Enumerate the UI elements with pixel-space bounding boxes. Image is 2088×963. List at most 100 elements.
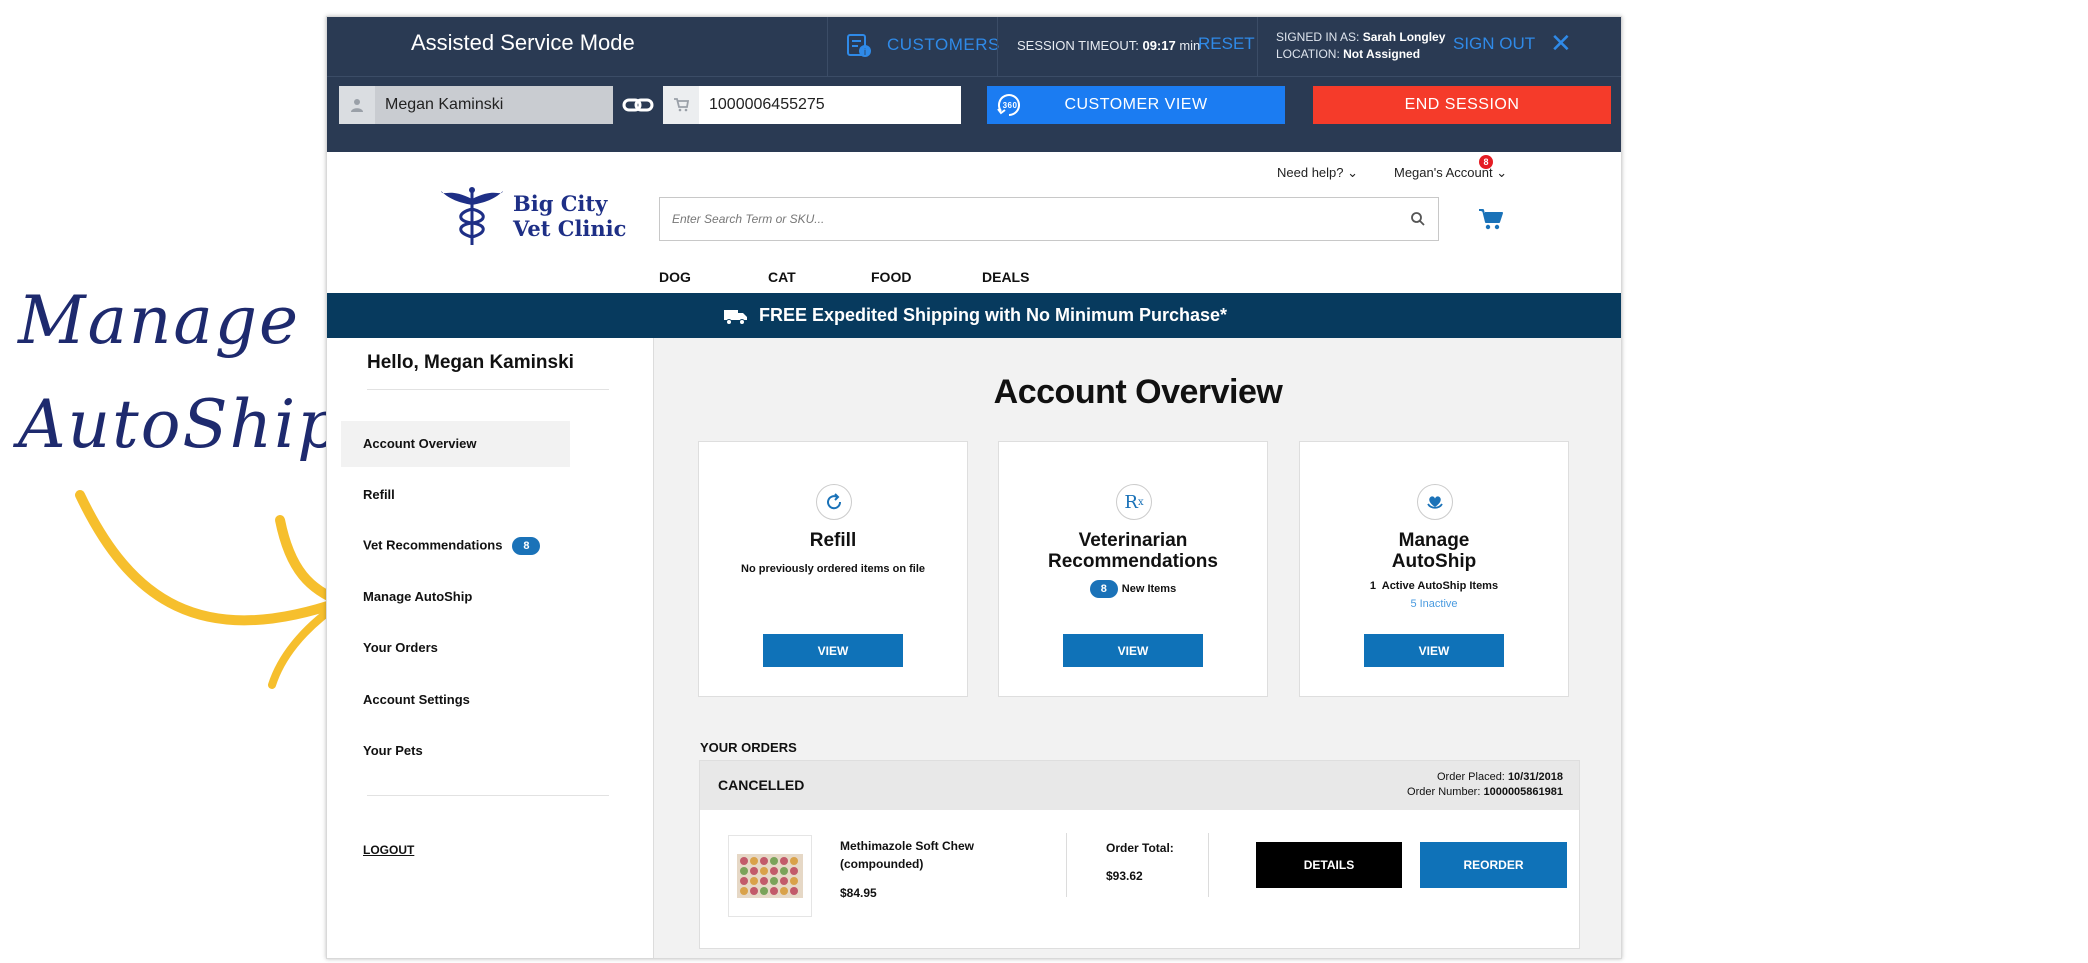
vet-card-title-line-1: Veterinarian xyxy=(1078,530,1188,551)
soft-chew-tray-icon xyxy=(737,854,803,898)
user-icon xyxy=(339,86,375,124)
refill-view-button[interactable]: VIEW xyxy=(763,634,903,667)
autoship-card-title-line-2: AutoShip xyxy=(1391,551,1477,572)
order-total-label: Order Total: xyxy=(1106,841,1174,855)
vet-recommendations-badge: 8 xyxy=(512,537,541,555)
site-logo[interactable]: Big City Vet Clinic xyxy=(439,185,626,247)
product-name[interactable]: Methimazole Soft Chew (compounded) xyxy=(840,837,1010,873)
account-label: Megan's Account xyxy=(1394,165,1493,180)
nav-dog[interactable]: DOG xyxy=(659,269,691,285)
shipping-banner-text: FREE Expedited Shipping with No Minimum … xyxy=(758,305,1228,325)
customers-label: CUSTOMERS xyxy=(887,35,1000,54)
autoship-card-title-line-1: Manage xyxy=(1398,530,1470,551)
new-items-badge: 8 xyxy=(1089,580,1118,598)
svg-text:360: 360 xyxy=(1003,101,1018,110)
sidebar-item-refill[interactable]: Refill xyxy=(363,487,395,502)
end-session-button[interactable]: END SESSION xyxy=(1313,86,1611,124)
asm-divider xyxy=(827,17,828,77)
refill-card: Refill No previously ordered items on fi… xyxy=(698,441,968,697)
search-icon[interactable] xyxy=(1410,211,1426,227)
customer-name-value: Megan Kaminski xyxy=(385,96,504,113)
need-help-label: Need help? xyxy=(1277,165,1344,180)
vet-card-title-line-2: Recommendations xyxy=(1048,551,1218,572)
browser-frame: Assisted Service Mode i CUSTOMERS SESSIO… xyxy=(326,16,1622,959)
refill-card-title: Refill xyxy=(809,530,857,551)
refill-card-subtitle: No previously ordered items on file xyxy=(741,563,925,575)
account-notification-badge: 8 xyxy=(1479,155,1493,169)
customer-view-button[interactable]: 360 CUSTOMER VIEW xyxy=(987,86,1285,124)
reset-button[interactable]: RESET xyxy=(1198,34,1255,54)
active-count: 1 xyxy=(1369,580,1377,592)
agent-info: SIGNED IN AS: Sarah Longley LOCATION: No… xyxy=(1276,29,1445,63)
shipping-banner: FREE Expedited Shipping with No Minimum … xyxy=(327,293,1621,338)
logout-link[interactable]: LOGOUT xyxy=(363,843,414,857)
cart-number-value: 1000006455275 xyxy=(709,96,825,113)
sidebar-divider xyxy=(367,795,609,796)
autoship-view-button[interactable]: VIEW xyxy=(1364,634,1504,667)
vet-card-title: Veterinarian Recommendations xyxy=(999,530,1267,572)
truck-icon xyxy=(723,309,747,325)
logo-line-1: Big City xyxy=(513,191,608,216)
reorder-button[interactable]: REORDER xyxy=(1420,842,1567,888)
sign-out-button[interactable]: SIGN OUT xyxy=(1453,34,1535,54)
annotation-line-2: AutoShip xyxy=(18,386,342,463)
search-placeholder: Enter Search Term or SKU... xyxy=(672,212,825,226)
order-placed-value: 10/31/2018 xyxy=(1507,771,1563,783)
asm-title: Assisted Service Mode xyxy=(411,30,635,55)
customers-button[interactable]: i CUSTOMERS xyxy=(845,31,1000,59)
customer-name-field[interactable]: Megan Kaminski xyxy=(339,86,613,124)
inactive-link[interactable]: 5 Inactive xyxy=(1300,598,1568,610)
sidebar-item-account-overview[interactable]: Account Overview xyxy=(363,436,476,451)
caduceus-logo-icon xyxy=(441,187,503,245)
logo-text: Big City Vet Clinic xyxy=(513,191,626,241)
sidebar-item-manage-autoship[interactable]: Manage AutoShip xyxy=(363,589,472,604)
orders-heading: YOUR ORDERS xyxy=(700,740,797,755)
sidebar-item-your-orders[interactable]: Your Orders xyxy=(363,640,438,655)
link-icon[interactable] xyxy=(621,91,655,119)
session-timeout-value: 09:17 xyxy=(1142,38,1176,53)
new-items-label: New Items xyxy=(1121,582,1177,595)
annotation-arrow-icon xyxy=(75,490,347,689)
nav-cat[interactable]: CAT xyxy=(768,269,796,285)
shopping-cart-icon[interactable] xyxy=(1478,207,1504,231)
sidebar-divider xyxy=(367,389,609,390)
asm-divider xyxy=(1257,17,1258,77)
nav-food[interactable]: FOOD xyxy=(871,269,911,285)
signed-in-label: SIGNED IN AS: xyxy=(1276,30,1360,44)
svg-text:i: i xyxy=(864,47,866,57)
cart-number-field[interactable]: 1000006455275 xyxy=(663,86,961,124)
location-label: LOCATION: xyxy=(1276,47,1340,61)
session-timeout-label: SESSION TIMEOUT: xyxy=(1017,38,1139,53)
session-timeout: SESSION TIMEOUT: 09:17 min xyxy=(1017,38,1200,53)
cart-icon xyxy=(663,86,699,124)
search-input[interactable]: Enter Search Term or SKU... xyxy=(659,197,1439,241)
active-items-label: Active AutoShip Items xyxy=(1381,580,1499,592)
order-divider xyxy=(1208,833,1209,897)
order-placed-label: Order Placed: xyxy=(1437,771,1505,783)
sidebar-item-label: Vet Recommendations xyxy=(363,537,503,553)
close-icon[interactable]: ✕ xyxy=(1550,30,1572,56)
details-button[interactable]: DETAILS xyxy=(1256,842,1402,888)
asm-divider xyxy=(997,17,998,77)
vet-recommendations-card: Rx Veterinarian Recommendations 8 New Ite… xyxy=(998,441,1268,697)
greeting: Hello, Megan Kaminski xyxy=(367,352,574,373)
annotation-line-1: Manage xyxy=(18,282,301,359)
location-value: Not Assigned xyxy=(1343,47,1421,61)
customer-view-label: CUSTOMER VIEW xyxy=(1064,96,1208,113)
view-360-icon: 360 xyxy=(997,94,1020,116)
rx-icon: Rx xyxy=(1116,484,1152,520)
vet-card-subtitle: 8 New Items xyxy=(999,580,1267,598)
nav-deals[interactable]: DEALS xyxy=(982,269,1029,285)
chevron-down-icon: ⌄ xyxy=(1496,165,1508,180)
signed-in-value: Sarah Longley xyxy=(1362,30,1446,44)
sidebar-item-vet-recommendations[interactable]: Vet Recommendations 8 xyxy=(363,537,541,555)
page-title: Account Overview xyxy=(993,373,1283,411)
manage-autoship-card: Manage AutoShip 1 Active AutoShip Items … xyxy=(1299,441,1569,697)
logo-line-2: Vet Clinic xyxy=(513,216,627,241)
sidebar-item-your-pets[interactable]: Your Pets xyxy=(363,743,423,758)
sidebar-item-account-settings[interactable]: Account Settings xyxy=(363,692,470,707)
product-image[interactable] xyxy=(728,835,812,917)
vet-view-button[interactable]: VIEW xyxy=(1063,634,1203,667)
autoship-card-subtitle: 1 Active AutoShip Items xyxy=(1300,580,1568,592)
need-help-menu[interactable]: Need help? ⌄ xyxy=(1277,165,1358,181)
